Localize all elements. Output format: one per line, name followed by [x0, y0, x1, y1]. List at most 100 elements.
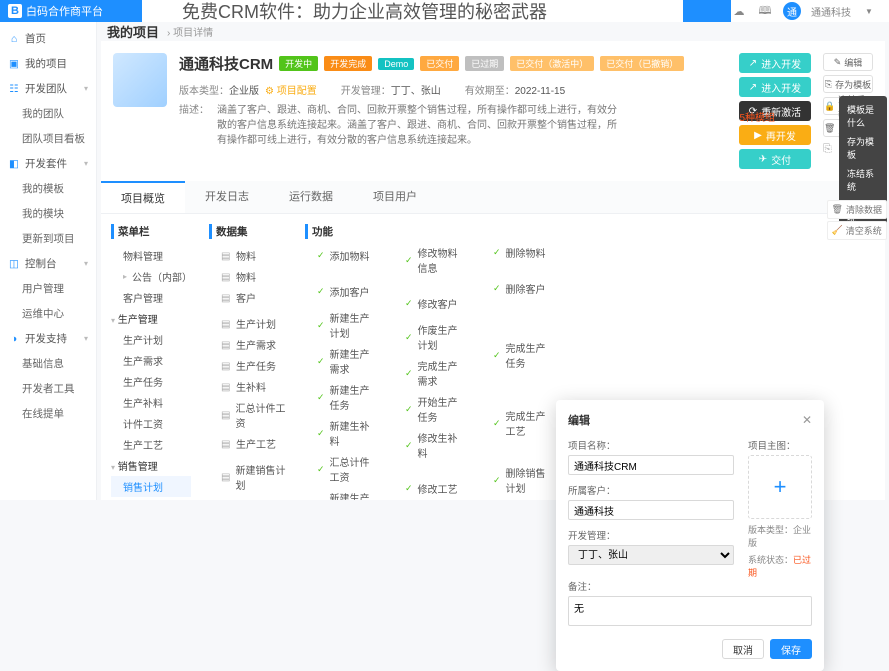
data-item[interactable]: ▤生产计划: [209, 313, 287, 334]
nav-mymod[interactable]: 我的模块: [0, 201, 96, 226]
nav-home[interactable]: ⌂首页: [0, 26, 96, 51]
func-item[interactable]: ✓汇总计件工资: [305, 451, 375, 487]
desc-value: 涵盖了客户、跟进、商机、合同、回款开票整个销售过程，所有操作都可线上进行，有效分…: [217, 103, 617, 148]
func-item[interactable]: ✓修改客户: [393, 293, 463, 314]
tooltip-save[interactable]: 存为模板: [839, 132, 887, 164]
img-upload[interactable]: +: [748, 455, 812, 519]
nav-ticket[interactable]: 在线提单: [0, 401, 96, 426]
func-item[interactable]: ✓删除客户: [481, 278, 551, 299]
remark-input[interactable]: 无: [568, 596, 812, 626]
nav-teamboard[interactable]: 团队项目看板: [0, 126, 96, 151]
nav-devteam[interactable]: ☷开发团队▾: [0, 76, 96, 101]
data-item[interactable]: ▤生产工艺: [209, 433, 287, 454]
name-input[interactable]: [568, 455, 734, 475]
check-icon: ✓: [317, 320, 325, 331]
nav-myproject[interactable]: ▣我的项目: [0, 51, 96, 76]
avatar[interactable]: 通: [783, 2, 801, 20]
func-item[interactable]: ✓开始生产任务: [393, 391, 463, 427]
bell-icon[interactable]: 🕮: [757, 3, 773, 19]
tab-users[interactable]: 项目用户: [353, 181, 437, 213]
nav-support[interactable]: ◑开发支持▾: [0, 326, 96, 351]
nav-ops[interactable]: 运维中心: [0, 301, 96, 326]
menu-item[interactable]: 生产计划: [111, 329, 191, 350]
tab-devlog[interactable]: 开发日志: [185, 181, 269, 213]
menu-item[interactable]: 生产任务: [111, 371, 191, 392]
data-item[interactable]: ▤新建销售计划: [209, 459, 287, 495]
nav-usermgr[interactable]: 用户管理: [0, 276, 96, 301]
arrow-icon: ↗: [749, 82, 757, 93]
func-item[interactable]: ✓删除物料: [481, 242, 551, 263]
menu-item[interactable]: ▸公告（内部）: [111, 266, 191, 287]
func-item[interactable]: ✓添加客户: [305, 281, 375, 302]
menu-section[interactable]: ▾ 销售管理: [111, 455, 191, 476]
enter-dev2-button[interactable]: ↗进入开发: [739, 77, 811, 97]
data-item[interactable]: ▤生产需求: [209, 334, 287, 355]
func-item[interactable]: ✓完成生产工艺: [481, 405, 551, 441]
func-item[interactable]: ✓新建生补料: [305, 415, 375, 451]
clear-data-button[interactable]: 🗑清除数据: [827, 200, 887, 219]
check-icon: ✓: [317, 464, 325, 475]
func-item[interactable]: ✓作废生产计划: [393, 319, 463, 355]
mode-count: 5种模组: [739, 109, 775, 124]
func-item[interactable]: ✓新建生产计划: [305, 307, 375, 343]
menu-item[interactable]: 生产工艺: [111, 434, 191, 455]
tab-rundata[interactable]: 运行数据: [269, 181, 353, 213]
logo-area[interactable]: B 白码合作商平台: [0, 0, 142, 22]
save-icon-2[interactable]: ⎘: [823, 143, 832, 155]
func-item[interactable]: ✓新建生产工艺: [305, 487, 375, 500]
data-item[interactable]: ▤物料: [209, 266, 287, 287]
menu-item[interactable]: 物料管理: [111, 245, 191, 266]
nav-devkit[interactable]: ◧开发套件▾: [0, 151, 96, 176]
tag-delivered: 已交付: [420, 56, 459, 71]
breadcrumb-main[interactable]: 我的项目: [107, 22, 159, 41]
menu-item[interactable]: 计件工资: [111, 413, 191, 434]
menu-item[interactable]: 销售计划: [111, 476, 191, 497]
config-link[interactable]: ⚙ 项目配置: [265, 86, 317, 97]
func-item[interactable]: ✓修改生补料: [393, 427, 463, 463]
func-item[interactable]: ✓修改工艺: [393, 478, 463, 499]
nav-basicinfo[interactable]: 基础信息: [0, 351, 96, 376]
data-item[interactable]: ▤客户: [209, 287, 287, 308]
func-item[interactable]: ✓完成生产任务: [481, 337, 551, 373]
menu-item[interactable]: 生产补料: [111, 392, 191, 413]
func-item[interactable]: ✓添加物料: [305, 245, 375, 266]
func-item[interactable]: ✓修改物料信息: [393, 242, 463, 278]
nav-mytpl[interactable]: 我的模板: [0, 176, 96, 201]
nav-devtools[interactable]: 开发者工具: [0, 376, 96, 401]
customer-input[interactable]: [568, 500, 734, 520]
user-name[interactable]: 通通科技: [811, 4, 851, 19]
nav-updateproj[interactable]: 更新到项目: [0, 226, 96, 251]
redev-button[interactable]: ▶再开发: [739, 125, 811, 145]
data-item[interactable]: ▤汇总计件工资: [209, 397, 287, 433]
expire-label: 有效期至：: [465, 86, 515, 97]
deliver-button[interactable]: ✈交付: [739, 149, 811, 169]
func-item[interactable]: ✓完成生产需求: [393, 355, 463, 391]
chevron-down-icon: ▾: [84, 259, 88, 268]
close-icon[interactable]: ✕: [802, 413, 812, 427]
nav-console[interactable]: ◫控制台▾: [0, 251, 96, 276]
func-item[interactable]: ✓新建生产任务: [305, 379, 375, 415]
save-tpl-button[interactable]: ⎘存为模板: [823, 75, 873, 93]
tab-overview[interactable]: 项目概览: [101, 181, 185, 213]
cancel-button[interactable]: 取消: [722, 639, 764, 659]
clear-system-button[interactable]: 🧹清空系统: [827, 221, 887, 240]
edit-button[interactable]: ✎编辑: [823, 53, 873, 71]
dev-select[interactable]: 丁丁、张山: [568, 545, 734, 565]
tooltip-freeze[interactable]: 冻结系统: [839, 164, 887, 196]
menu-item[interactable]: 生产需求: [111, 350, 191, 371]
func-item[interactable]: ✓删除销售计划: [481, 462, 551, 498]
data-item[interactable]: ▤生补料: [209, 376, 287, 397]
cloud-icon[interactable]: ☁: [731, 3, 747, 19]
data-item[interactable]: ▤新建销售计划: [209, 495, 287, 500]
check-icon: ✓: [317, 356, 325, 367]
chevron-down-icon[interactable]: ▼: [861, 3, 877, 19]
menu-item[interactable]: 客户管理: [111, 287, 191, 308]
nav-myteam[interactable]: 我的团队: [0, 101, 96, 126]
menu-section[interactable]: ▾ 生产管理: [111, 308, 191, 329]
enter-dev-button[interactable]: ↗进入开发: [739, 53, 811, 73]
save-button[interactable]: 保存: [770, 639, 812, 659]
tooltip-what[interactable]: 模板是什么: [839, 100, 887, 132]
data-item[interactable]: ▤生产任务: [209, 355, 287, 376]
data-item[interactable]: ▤物料: [209, 245, 287, 266]
func-item[interactable]: ✓新建生产需求: [305, 343, 375, 379]
